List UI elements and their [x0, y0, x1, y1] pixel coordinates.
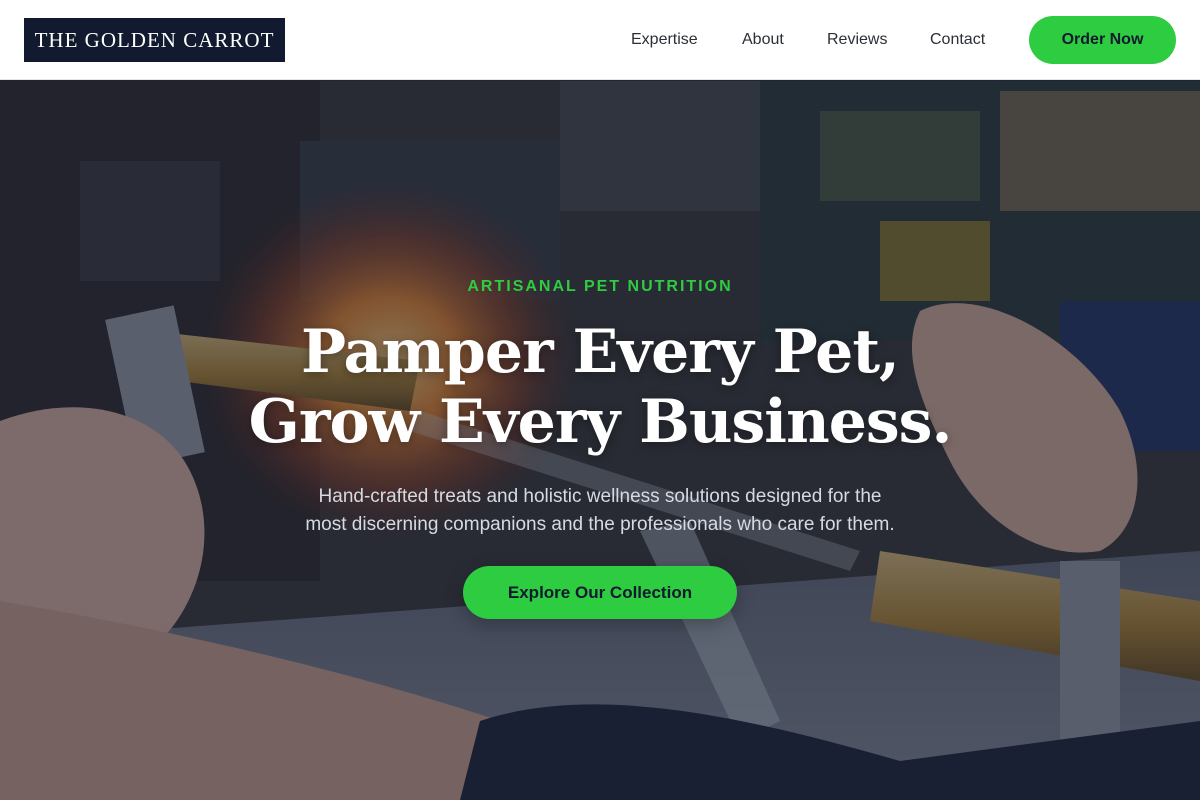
hero-headline-line: Pamper Every Pet, — [301, 317, 900, 387]
nav-link-contact[interactable]: Contact — [930, 30, 985, 50]
explore-collection-button[interactable]: Explore Our Collection — [463, 566, 737, 619]
order-now-button[interactable]: Order Now — [1029, 16, 1176, 64]
nav-link-about[interactable]: About — [742, 30, 784, 50]
main-nav: Expertise About Reviews Contact — [0, 0, 1200, 80]
hero-section: ARTISANAL PET NUTRITION Pamper Every Pet… — [0, 81, 1200, 800]
hero-content: ARTISANAL PET NUTRITION Pamper Every Pet… — [0, 81, 1200, 800]
nav-link-reviews[interactable]: Reviews — [827, 30, 887, 50]
nav-link-expertise[interactable]: Expertise — [631, 30, 698, 50]
site-header: THE GOLDEN CARROT Expertise About Review… — [0, 0, 1200, 80]
hero-subtext-line: Hand-crafted treats and holistic wellnes… — [318, 486, 882, 507]
hero-eyebrow: ARTISANAL PET NUTRITION — [467, 278, 733, 295]
hero-subtext: Hand-crafted treats and holistic wellnes… — [250, 483, 950, 539]
hero-headline-line: Grow Every Business. — [248, 387, 953, 457]
hero-headline: Pamper Every Pet, Grow Every Business. — [0, 317, 1200, 457]
hero-subtext-line: most discerning companions and the profe… — [305, 514, 895, 535]
